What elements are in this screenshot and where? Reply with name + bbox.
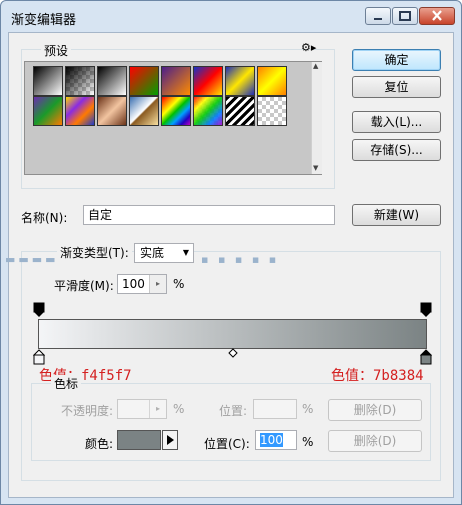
chevron-down-icon: ▼ [182,248,189,257]
preset-swatch[interactable] [33,96,63,126]
midpoint-diamond[interactable] [228,348,238,358]
opacity-label: 不透明度: [61,404,114,418]
preset-swatch[interactable] [193,66,223,96]
smoothness-value: 100 [122,277,145,291]
preset-swatch[interactable] [65,96,95,126]
preset-swatch[interactable] [129,96,159,126]
preset-swatch[interactable] [65,66,95,96]
location-input[interactable]: 100 [255,430,297,450]
location-value: 100 [260,433,283,447]
opacity-location-label: 位置: [219,404,248,418]
gradient-editor-window: 渐变编辑器 预设 ⚙▸ ▲ ▼ 确定 复位 载入(L)... 存储(S)... … [0,0,462,505]
smoothness-label: 平滑度(M): [54,279,114,293]
preset-swatch[interactable] [33,66,63,96]
watermark-left: ▬▬▬▬ [5,253,59,266]
gradient-type-select[interactable]: 实底 ▼ [134,243,194,263]
opacity-delete-button: 删除(D) [328,399,422,421]
presets-label: 预设 [41,42,72,59]
watermark-right: ▪ ▪ ▪ ▪ ▪ [201,253,280,266]
opacity-location-input [253,399,297,419]
minimize-button[interactable] [365,7,391,25]
gradient-type-value: 实底 [140,246,165,260]
maximize-icon [399,11,411,21]
preset-swatch[interactable] [161,66,191,96]
opacity-input: ▸ [117,399,167,419]
location-unit: % [302,435,314,449]
preset-swatch[interactable] [225,96,255,126]
preset-swatch[interactable] [161,96,191,126]
chevron-right-icon: ▸ [149,400,166,418]
close-button[interactable] [419,7,455,25]
new-button[interactable]: 新建(W) [352,204,441,226]
smoothness-unit: % [173,277,185,291]
preset-swatch[interactable] [97,66,127,96]
color-swatch[interactable] [117,430,161,450]
scroll-down-icon[interactable]: ▼ [313,164,318,172]
preset-swatch[interactable] [129,66,159,96]
opacity-stop-right[interactable] [420,302,432,318]
opacity-unit: % [173,402,185,416]
gradient-preview-bar[interactable] [38,319,427,349]
close-icon [432,10,442,21]
color-menu-button[interactable] [162,430,178,450]
preset-swatch[interactable] [225,66,255,96]
stops-label: 色标 [51,375,82,392]
chevron-right-icon[interactable]: ▸ [149,275,166,293]
location-label: 位置(C): [204,437,250,451]
gradient-type-label: 渐变类型(T): [57,244,132,261]
maximize-button[interactable] [392,7,418,25]
title-bar[interactable]: 渐变编辑器 [1,1,461,31]
name-input[interactable]: 自定 [83,205,335,225]
name-label: 名称(N): [21,211,68,225]
color-label: 颜色: [85,437,114,451]
preset-swatch[interactable] [97,96,127,126]
preset-swatch[interactable] [257,66,287,96]
reset-button[interactable]: 复位 [352,76,441,98]
preset-swatches [24,61,322,175]
presets-scrollbar[interactable]: ▲ ▼ [311,62,322,174]
load-button[interactable]: 载入(L)... [352,111,441,133]
play-icon [167,435,174,445]
ok-button[interactable]: 确定 [352,49,441,71]
preset-swatch[interactable] [257,96,287,126]
save-button[interactable]: 存储(S)... [352,139,441,161]
minimize-icon [374,18,382,20]
window-title: 渐变编辑器 [11,13,77,28]
color-delete-button: 删除(D) [328,430,422,452]
gear-icon[interactable]: ⚙▸ [301,41,316,54]
color-stop-right[interactable] [420,349,432,365]
color-stop-left[interactable] [33,349,45,365]
smoothness-input[interactable]: 100 ▸ [117,274,167,294]
preset-swatch[interactable] [193,96,223,126]
scroll-up-icon[interactable]: ▲ [313,62,318,70]
annotation-end-color: 色值：7b8384 [331,368,424,384]
opacity-stop-left[interactable] [33,302,45,318]
opacity-location-unit: % [302,402,314,416]
